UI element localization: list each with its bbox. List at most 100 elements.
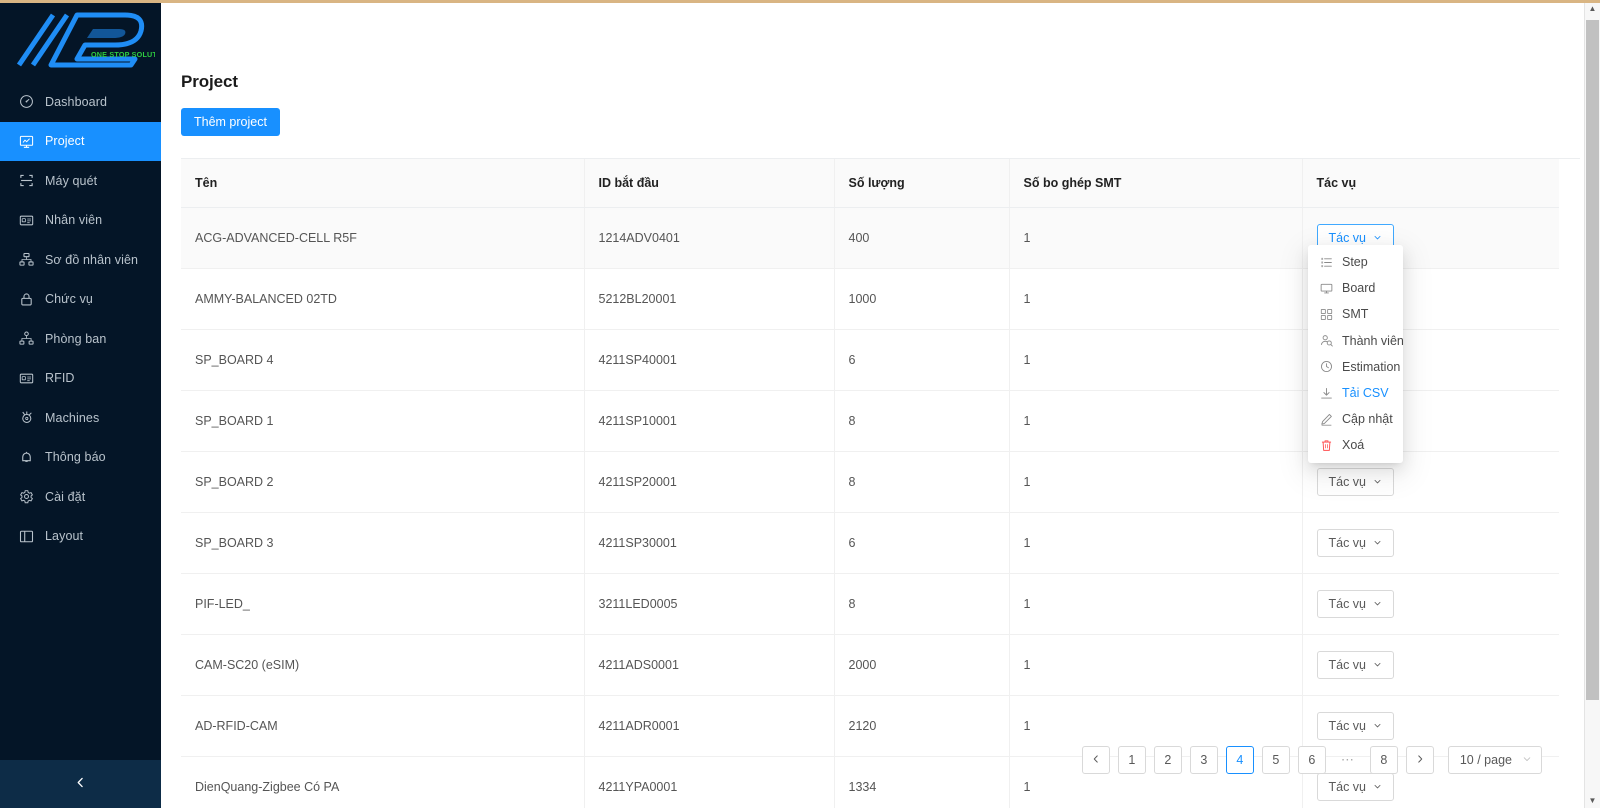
table-row[interactable]: CAM-SC20 (eSIM) 4211ADS0001 2000 1 Tác vụ (181, 634, 1559, 696)
dropdown-item-label: Step (1342, 255, 1368, 270)
sidebar-item-cai-dat[interactable]: Cài đặt (0, 477, 161, 517)
rfid-card-icon (18, 370, 35, 387)
dropdown-item[interactable]: Board (1308, 275, 1403, 301)
chevron-down-icon (1373, 233, 1382, 242)
sidebar-item-phong-ban[interactable]: Phòng ban (0, 319, 161, 359)
gear-icon (18, 488, 35, 505)
edit-pencil-icon (1320, 413, 1333, 426)
pagination-page-2[interactable]: 2 (1153, 746, 1182, 774)
row-actions-label: Tác vụ (1328, 230, 1367, 245)
lock-icon (18, 291, 35, 308)
dropdown-item-label: Tải CSV (1342, 386, 1389, 401)
dropdown-item[interactable]: Thành viên (1308, 328, 1404, 354)
pagination-page-1[interactable]: 1 (1117, 746, 1146, 774)
table-row[interactable]: SP_BOARD 3 4211SP30001 6 1 Tác vụ (181, 512, 1559, 574)
cell-quantity: 8 (833, 451, 1009, 513)
cell-id: 4211YPA0001 (583, 756, 834, 808)
sidebar-item-label: Máy quét (45, 173, 98, 188)
cell-id: 4211SP40001 (583, 329, 834, 391)
project-icon (18, 133, 35, 150)
sidebar-item-dashboard[interactable]: Dashboard (0, 82, 161, 122)
sidebar-item-machines[interactable]: Machines (0, 398, 161, 438)
sidebar-item-chuc-vu[interactable]: Chức vụ (0, 280, 161, 320)
dropdown-item[interactable]: SMT (1308, 301, 1403, 327)
pagination-page-3[interactable]: 3 (1189, 746, 1218, 774)
cell-id: 4211SP20001 (583, 451, 834, 513)
cell-smt: 1 (1008, 207, 1302, 269)
sidebar-item-label: Dashboard (45, 94, 108, 109)
main-content: Project Thêm project Tên ID bắt đầu Số l… (161, 0, 1600, 808)
dropdown-item[interactable]: Xoá (1308, 432, 1403, 458)
sidebar-collapse-button[interactable] (0, 760, 161, 808)
page-size-label: 10 / page (1459, 753, 1512, 767)
row-actions-button[interactable]: Tác vụ (1316, 711, 1395, 740)
pagination-page-6[interactable]: 6 (1297, 746, 1326, 774)
column-header-actions: Tác vụ (1301, 159, 1559, 208)
page-scrollbar[interactable]: ▲ ▼ (1584, 0, 1600, 808)
cell-name: SP_BOARD 3 (181, 512, 584, 574)
row-actions-button[interactable]: Tác vụ (1316, 589, 1395, 618)
cell-actions: Tác vụ (1301, 573, 1559, 635)
scanner-icon (18, 172, 35, 189)
table-header-row: Tên ID bắt đầu Số lượng Số bo ghép SMT T… (181, 159, 1559, 208)
dropdown-item-label: Estimation (1342, 359, 1401, 374)
chevron-down-icon (1373, 721, 1382, 730)
sidebar-item-label: Project (45, 134, 85, 149)
row-actions-button[interactable]: Tác vụ (1316, 467, 1395, 496)
dropdown-item[interactable]: Tải CSV (1308, 380, 1403, 406)
sidebar-item-may-quet[interactable]: Máy quét (0, 161, 161, 201)
sidebar-item-label: RFID (45, 371, 75, 386)
cell-id: 5212BL20001 (583, 268, 834, 330)
pagination-prev-button[interactable] (1081, 746, 1110, 774)
sidebar-item-rfid[interactable]: RFID (0, 359, 161, 399)
org-chart-icon (18, 251, 35, 268)
sidebar: ONE STOP SOLUTION Dashboard (0, 0, 161, 808)
cell-quantity: 1000 (833, 268, 1009, 330)
dropdown-item-label: SMT (1342, 307, 1369, 322)
cell-name: SP_BOARD 1 (181, 390, 584, 452)
sidebar-item-nhan-vien[interactable]: Nhân viên (0, 201, 161, 241)
row-actions-button[interactable]: Tác vụ (1316, 528, 1395, 557)
table-row[interactable]: PIF-LED_ 3211LED0005 8 1 Tác vụ (181, 573, 1559, 635)
pagination-page-5[interactable]: 5 (1261, 746, 1290, 774)
trash-icon (1320, 439, 1333, 452)
pagination-next-button[interactable] (1405, 746, 1434, 774)
column-header-name: Tên (181, 159, 584, 208)
dropdown-item[interactable]: Step (1308, 249, 1403, 275)
ordered-list-icon (1320, 256, 1333, 269)
dropdown-item-label: Cập nhật (1342, 412, 1393, 427)
cell-smt: 1 (1008, 268, 1302, 330)
chevron-down-icon (1373, 599, 1382, 608)
scrollbar-thumb[interactable] (1586, 20, 1599, 700)
row-actions-button[interactable]: Tác vụ (1316, 650, 1395, 679)
column-header-quantity: Số lượng (833, 159, 1009, 208)
add-project-button[interactable]: Thêm project (181, 108, 280, 136)
cell-smt: 1 (1008, 451, 1302, 513)
sidebar-item-thong-bao[interactable]: Thông báo (0, 438, 161, 478)
row-actions-label: Tác vụ (1328, 657, 1367, 672)
page-size-select[interactable]: 10 / page (1447, 746, 1542, 774)
pagination-page-last[interactable]: 8 (1369, 746, 1398, 774)
row-actions-button[interactable]: Tác vụ (1316, 772, 1395, 801)
row-actions-label: Tác vụ (1328, 535, 1367, 550)
cell-quantity: 2120 (833, 695, 1009, 757)
app-logo[interactable]: ONE STOP SOLUTION (0, 0, 161, 80)
dropdown-item[interactable]: Estimation (1308, 354, 1403, 380)
sidebar-item-label: Sơ đồ nhân viên (45, 252, 139, 267)
desktop-icon (1320, 282, 1333, 295)
chevron-left-icon (1091, 753, 1101, 767)
pagination-ellipsis[interactable]: ⋯ (1334, 746, 1362, 774)
sidebar-item-layout[interactable]: Layout (0, 517, 161, 557)
sidebar-item-so-do-nhan-vien[interactable]: Sơ đồ nhân viên (0, 240, 161, 280)
dropdown-item[interactable]: Cập nhật (1308, 406, 1403, 432)
row-actions-label: Tác vụ (1328, 779, 1367, 794)
scrollbar-down-arrow[interactable]: ▼ (1586, 792, 1599, 808)
sidebar-item-project[interactable]: Project (0, 121, 161, 161)
pagination-page-4[interactable]: 4 (1225, 746, 1254, 774)
actions-dropdown-menu[interactable]: Step Board SMT Thành viên Estimation Tải CSV C… (1308, 245, 1404, 463)
row-actions-label: Tác vụ (1328, 474, 1367, 489)
row-actions-label: Tác vụ (1328, 718, 1367, 733)
cell-smt: 1 (1008, 573, 1302, 635)
app-root: ONE STOP SOLUTION Dashboard (0, 0, 1600, 808)
clock-circle-icon (1320, 360, 1333, 373)
